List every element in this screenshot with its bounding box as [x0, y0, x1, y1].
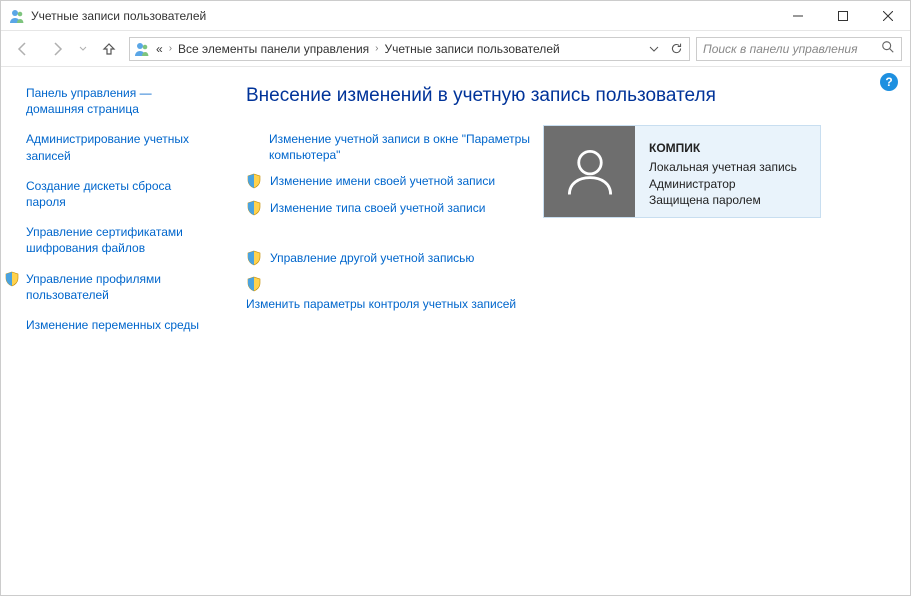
- action-label: Изменить параметры контроля учетных запи…: [246, 296, 516, 312]
- shield-icon: [246, 173, 262, 189]
- minimize-button[interactable]: [775, 1, 820, 30]
- titlebar: Учетные записи пользователей: [1, 1, 910, 31]
- sidebar-link-manage-accounts[interactable]: Администрирование учетных записей: [26, 131, 203, 163]
- user-password-status: Защищена паролем: [649, 192, 797, 209]
- user-avatar-icon: [544, 126, 635, 217]
- user-tile: КОМПИК Локальная учетная запись Админист…: [543, 125, 821, 218]
- up-button[interactable]: [95, 35, 123, 63]
- sidebar: Панель управления — домашняя страница Ад…: [1, 67, 211, 595]
- user-info: КОМПИК Локальная учетная запись Админист…: [635, 126, 807, 209]
- sidebar-link-env-vars[interactable]: Изменение переменных среды: [26, 317, 203, 333]
- sidebar-link-home[interactable]: Панель управления — домашняя страница: [26, 85, 203, 117]
- action-change-type[interactable]: Изменение типа своей учетной записи: [246, 200, 536, 216]
- page-heading: Внесение изменений в учетную запись поль…: [246, 85, 885, 107]
- sidebar-link-label: Создание дискеты сброса пароля: [26, 178, 203, 210]
- maximize-button[interactable]: [820, 1, 865, 30]
- action-change-name[interactable]: Изменение имени своей учетной записи: [246, 173, 536, 189]
- history-dropdown[interactable]: [77, 45, 89, 53]
- breadcrumb-item[interactable]: Все элементы панели управления: [176, 42, 371, 56]
- address-dropdown-button[interactable]: [643, 38, 665, 60]
- action-label: Изменение имени своей учетной записи: [270, 173, 495, 189]
- shield-icon: [246, 250, 262, 266]
- sidebar-link-user-profiles[interactable]: Управление профилями пользователей: [4, 271, 203, 303]
- chevron-right-icon: ›: [169, 43, 172, 54]
- back-button[interactable]: [9, 35, 37, 63]
- window-controls: [775, 1, 910, 30]
- search-icon: [881, 40, 897, 57]
- breadcrumb-ellipsis[interactable]: «: [154, 42, 165, 56]
- user-account-type: Локальная учетная запись: [649, 159, 797, 176]
- user-role: Администратор: [649, 176, 797, 193]
- search-input[interactable]: [701, 41, 881, 57]
- shield-icon: [4, 271, 20, 287]
- action-label: Изменение учетной записи в окне "Парамет…: [269, 131, 536, 163]
- user-name: КОМПИК: [649, 140, 797, 157]
- close-button[interactable]: [865, 1, 910, 30]
- shield-icon: [246, 200, 262, 216]
- window-title: Учетные записи пользователей: [31, 9, 775, 23]
- sidebar-link-label: Изменение переменных среды: [26, 317, 199, 333]
- user-accounts-icon: [134, 41, 150, 57]
- forward-button[interactable]: [43, 35, 71, 63]
- body: Панель управления — домашняя страница Ад…: [1, 67, 910, 595]
- action-change-in-settings[interactable]: Изменение учетной записи в окне "Парамет…: [246, 131, 536, 163]
- address-bar[interactable]: « › Все элементы панели управления › Уче…: [129, 37, 690, 61]
- sidebar-link-label: Панель управления — домашняя страница: [26, 85, 203, 117]
- sidebar-link-label: Управление профилями пользователей: [26, 271, 203, 303]
- breadcrumb-item[interactable]: Учетные записи пользователей: [383, 42, 562, 56]
- sidebar-link-label: Администрирование учетных записей: [26, 131, 203, 163]
- search-box[interactable]: [696, 37, 902, 61]
- sidebar-link-password-reset-disk[interactable]: Создание дискеты сброса пароля: [26, 178, 203, 210]
- chevron-right-icon: ›: [375, 43, 378, 54]
- address-bar-row: « › Все элементы панели управления › Уче…: [1, 31, 910, 67]
- refresh-button[interactable]: [665, 38, 687, 60]
- user-accounts-icon: [9, 8, 25, 24]
- action-manage-other[interactable]: Управление другой учетной записью: [246, 250, 536, 266]
- action-label: Управление другой учетной записью: [270, 250, 474, 266]
- actions-column: Изменение учетной записи в окне "Парамет…: [246, 131, 536, 312]
- main-content: ? Внесение изменений в учетную запись по…: [211, 67, 910, 595]
- action-uac-settings[interactable]: Изменить параметры контроля учетных запи…: [246, 296, 536, 312]
- help-button[interactable]: ?: [880, 73, 898, 91]
- action-label: Изменение типа своей учетной записи: [270, 200, 485, 216]
- sidebar-link-label: Управление сертификатами шифрования файл…: [26, 224, 203, 256]
- sidebar-link-encryption-certs[interactable]: Управление сертификатами шифрования файл…: [26, 224, 203, 256]
- shield-icon: [246, 276, 262, 292]
